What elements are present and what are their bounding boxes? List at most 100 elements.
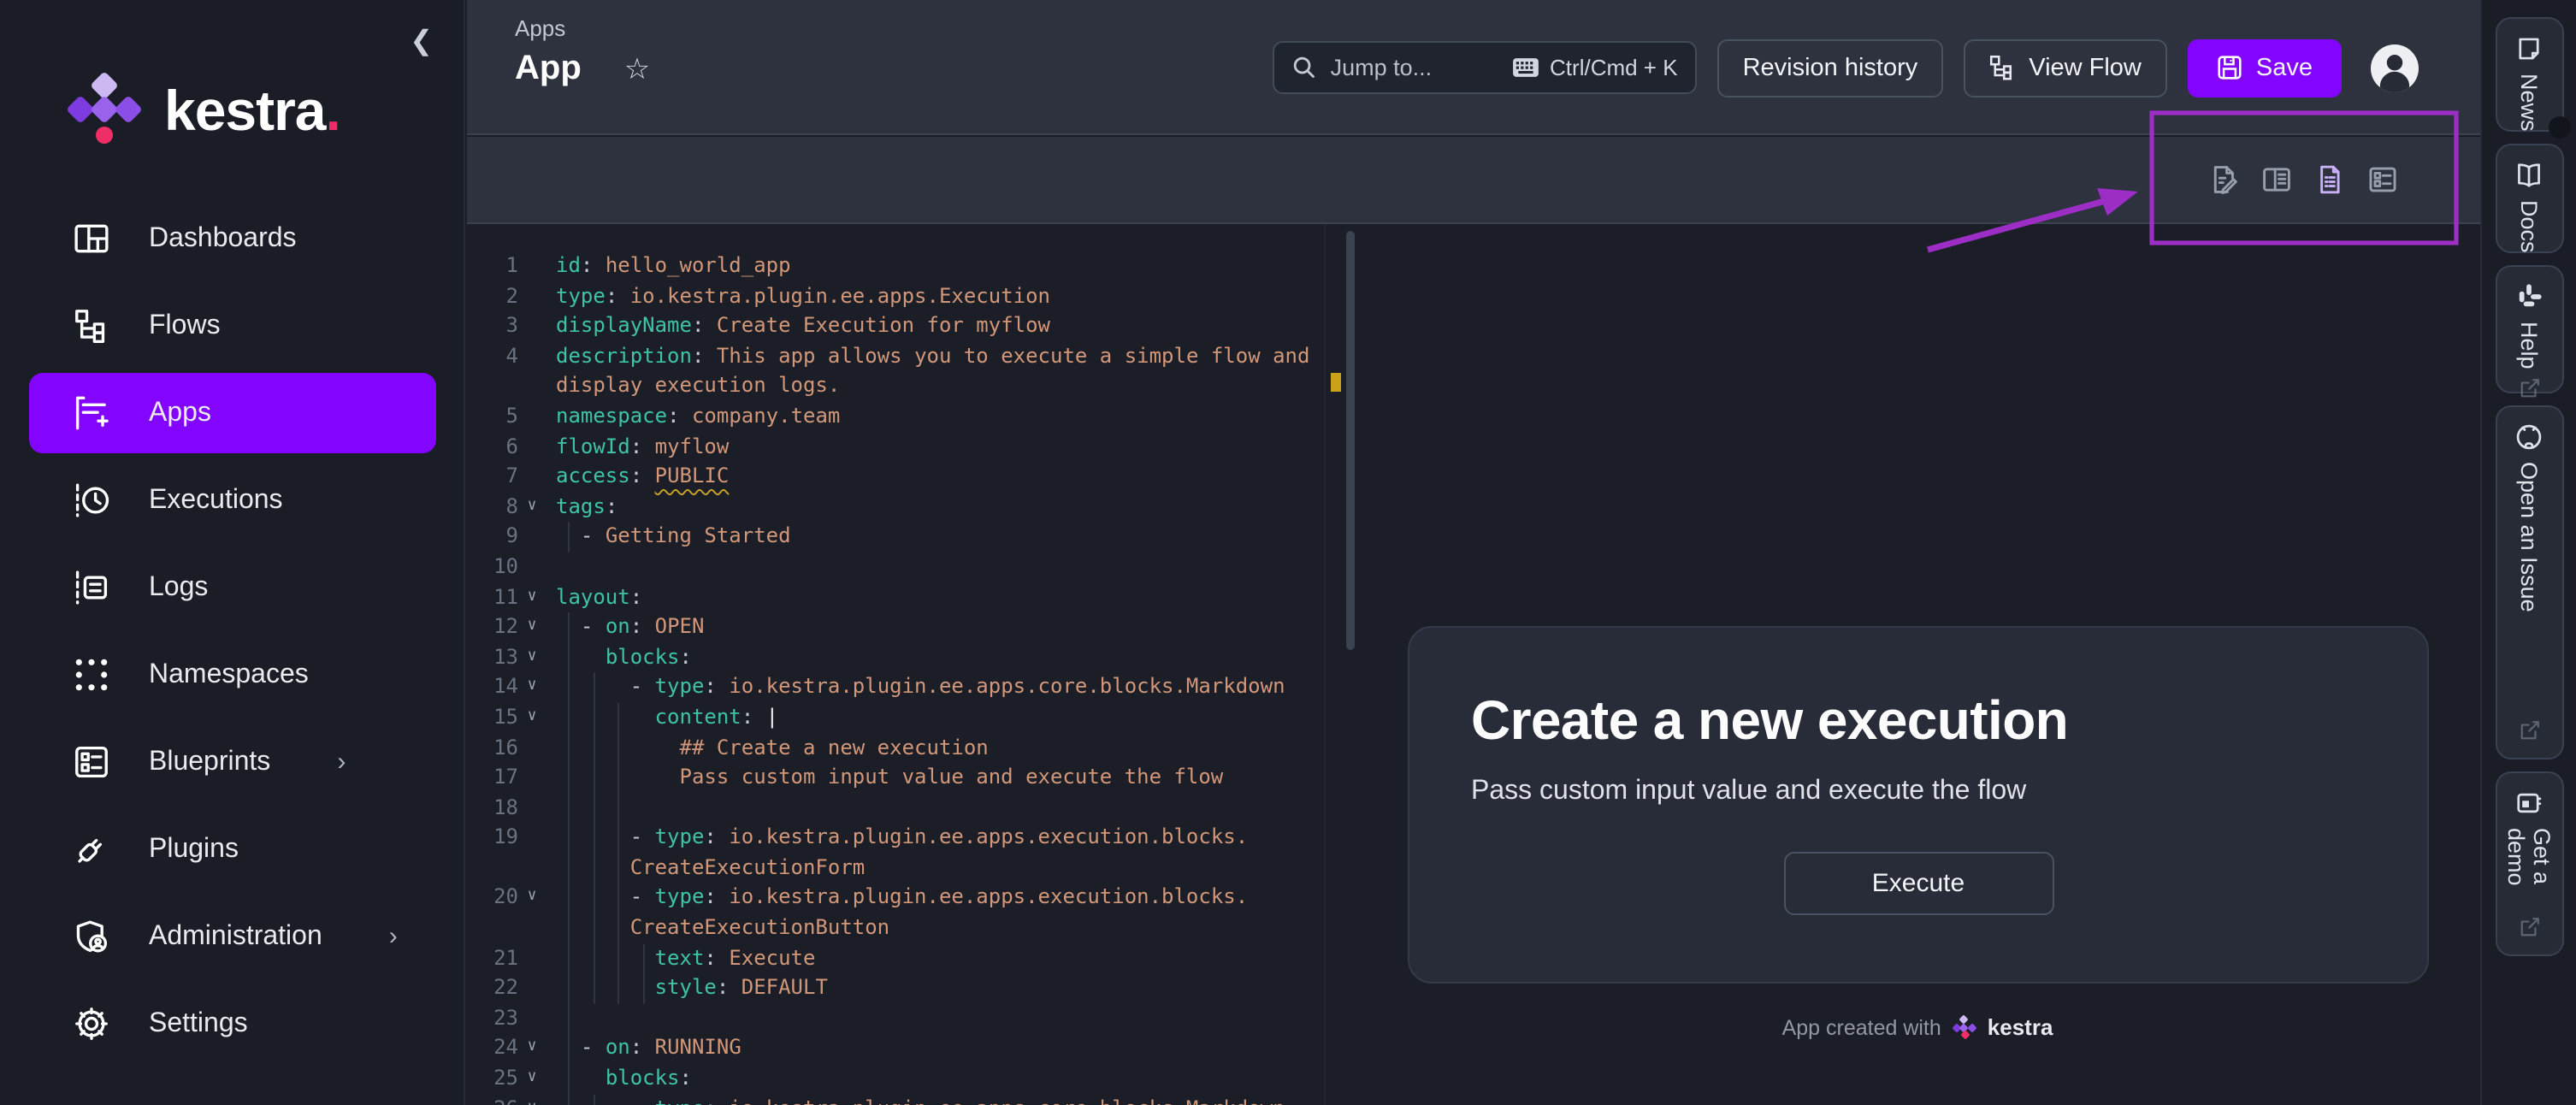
sidebar-item-label: Logs <box>149 572 208 603</box>
file-edit-icon[interactable] <box>2208 164 2239 195</box>
split-view-icon[interactable] <box>2261 164 2292 195</box>
code-line: 22 style: DEFAULT <box>467 974 1355 1004</box>
overview-ruler <box>1324 224 1344 1105</box>
line-number: 19 <box>467 824 518 854</box>
code-line: 14∨ - type: io.kestra.plugin.ee.apps.cor… <box>467 673 1355 703</box>
line-number: 26 <box>467 1094 518 1105</box>
code-text: - type: io.kestra.plugin.ee.apps.executi… <box>556 883 1248 913</box>
rail-item-get-a-demo[interactable]: Get a demo <box>2495 771 2563 956</box>
yaml-code-editor[interactable]: 1id: hello_world_app2type: io.kestra.plu… <box>467 224 1355 1105</box>
save-button[interactable]: Save <box>2188 38 2342 97</box>
line-number: 21 <box>467 943 518 973</box>
view-flow-button[interactable]: View Flow <box>1964 38 2167 97</box>
revision-history-button[interactable]: Revision history <box>1717 38 1944 97</box>
sidebar-item-blueprints[interactable]: Blueprints› <box>29 722 436 802</box>
sidebar-item-plugins[interactable]: Plugins <box>29 809 436 889</box>
fold-chevron-icon[interactable]: ∨ <box>518 642 546 672</box>
rail-item-news[interactable]: News <box>2495 17 2563 132</box>
breadcrumb[interactable]: Apps <box>515 15 650 41</box>
sidebar-item-apps[interactable]: Apps <box>29 373 436 453</box>
rail-item-docs[interactable]: Docs <box>2495 144 2563 253</box>
content-area: 1id: hello_world_app2type: io.kestra.plu… <box>467 224 2480 1105</box>
line-number: 6 <box>467 432 518 462</box>
kestra-logo[interactable]: kestra. <box>65 72 340 151</box>
rail-item-help[interactable]: Help <box>2495 265 2563 393</box>
page-title: App <box>515 50 582 89</box>
code-text: text: Execute <box>556 943 815 973</box>
sidebar-item-executions[interactable]: Executions <box>29 460 436 541</box>
fold-chevron-icon[interactable]: ∨ <box>518 673 546 703</box>
line-number: 23 <box>467 1004 518 1034</box>
line-number: 8 <box>467 493 518 523</box>
sidebar-item-logs[interactable]: Logs <box>29 547 436 628</box>
code-text: tags: <box>556 493 617 523</box>
execute-button[interactable]: Execute <box>1783 852 2053 915</box>
code-text: - Getting Started <box>556 523 791 552</box>
settings-icon <box>74 1006 109 1042</box>
kestra-mini-logo-icon <box>1953 1016 1976 1038</box>
code-text: CreateExecutionForm <box>556 854 865 883</box>
form-grid-icon[interactable] <box>2367 164 2398 195</box>
header-actions: Jump to... Ctrl/Cmd + K Revision history… <box>1273 0 2420 135</box>
sidebar-item-namespaces[interactable]: Namespaces <box>29 635 436 715</box>
fold-chevron-icon[interactable]: ∨ <box>518 1094 546 1105</box>
code-text: description: This app allows you to exec… <box>556 342 1309 372</box>
sidebar-item-settings[interactable]: Settings <box>29 984 436 1064</box>
code-text: id: hello_world_app <box>556 251 791 281</box>
jump-to-search-input[interactable]: Jump to... Ctrl/Cmd + K <box>1273 41 1697 94</box>
fold-gutter <box>518 943 546 973</box>
chevron-right-icon: › <box>389 922 398 951</box>
line-number: 18 <box>467 793 518 823</box>
sidebar-item-flows[interactable]: Flows <box>29 286 436 366</box>
code-line: CreateExecutionButton <box>467 913 1355 943</box>
line-number: 3 <box>467 311 518 341</box>
header-left: Apps App ☆ <box>515 15 650 89</box>
apps-icon <box>74 395 109 431</box>
code-text: ## Create a new execution <box>556 733 989 763</box>
code-text: Pass custom input value and execute the … <box>556 763 1223 793</box>
fold-chevron-icon[interactable]: ∨ <box>518 1064 546 1094</box>
sidebar-nav: DashboardsFlowsAppsExecutions Logs Namespa… <box>0 195 465 1067</box>
fold-gutter <box>518 311 546 341</box>
line-number: 15 <box>467 703 518 733</box>
fold-chevron-icon[interactable]: ∨ <box>518 703 546 733</box>
fold-chevron-icon[interactable]: ∨ <box>518 1034 546 1064</box>
fold-chevron-icon[interactable]: ∨ <box>518 582 546 612</box>
code-text: - type: io.kestra.plugin.ee.apps.core.bl… <box>556 673 1285 703</box>
search-placeholder: Jump to... <box>1331 55 1498 80</box>
sidebar-item-label: Settings <box>149 1008 248 1039</box>
code-line: 18 <box>467 793 1355 823</box>
external-link-icon <box>2517 915 2541 939</box>
rail-item-open-an-issue[interactable]: Open an Issue <box>2495 405 2563 759</box>
favorite-star-icon[interactable]: ☆ <box>624 52 651 86</box>
fold-gutter <box>518 974 546 1004</box>
line-number: 9 <box>467 523 518 552</box>
line-number: 17 <box>467 763 518 793</box>
fold-chevron-icon[interactable]: ∨ <box>518 883 546 913</box>
executions-icon <box>74 482 109 518</box>
editor-scrollbar[interactable] <box>1346 231 1355 650</box>
shortcut-hint: Ctrl/Cmd + K <box>1512 55 1678 80</box>
code-text: layout: <box>556 582 642 612</box>
code-text: style: DEFAULT <box>556 974 828 1004</box>
save-icon <box>2217 55 2242 80</box>
app-preview-panel: Create a new execution Pass custom input… <box>1355 224 2480 1105</box>
sidebar-item-administration[interactable]: Administration› <box>29 896 436 977</box>
fold-chevron-icon[interactable]: ∨ <box>518 612 546 642</box>
sidebar-item-dashboards[interactable]: Dashboards <box>29 198 436 279</box>
user-avatar[interactable] <box>2369 42 2420 93</box>
footer-brand: kestra <box>1988 1014 2053 1040</box>
kestra-logo-text: kestra. <box>164 79 340 144</box>
line-number: 7 <box>467 462 518 492</box>
footer-text: App created with <box>1782 1015 1941 1039</box>
code-line: 17 Pass custom input value and execute t… <box>467 763 1355 793</box>
fold-gutter <box>518 913 546 943</box>
fold-chevron-icon[interactable]: ∨ <box>518 493 546 523</box>
line-number <box>467 913 518 943</box>
rail-item-label: Docs <box>2516 200 2542 253</box>
sidebar-item-label: Namespaces <box>149 659 309 690</box>
file-doc-icon[interactable] <box>2314 164 2345 195</box>
fold-gutter <box>518 342 546 372</box>
code-line: 16 ## Create a new execution <box>467 733 1355 763</box>
sidebar-collapse-icon[interactable]: ❮ <box>410 24 433 58</box>
